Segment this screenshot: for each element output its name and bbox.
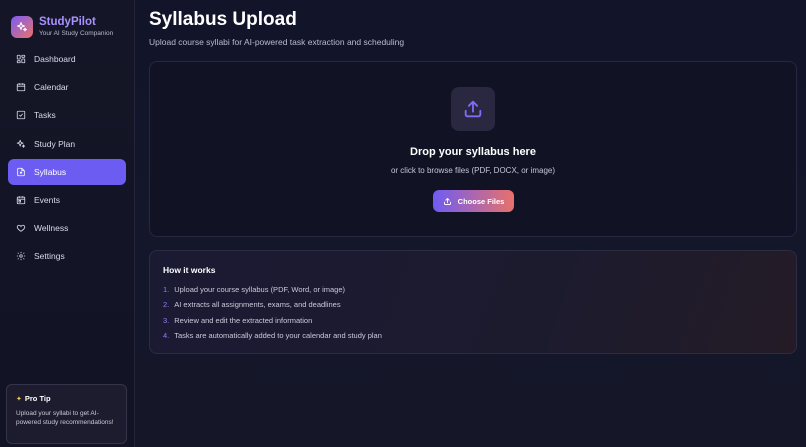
step-number: 3. bbox=[163, 315, 170, 325]
app-root: StudyPilot Your AI Study Companion Dashb… bbox=[0, 0, 806, 447]
sidebar-item-wellness[interactable]: Wellness bbox=[8, 215, 126, 241]
page-title: Syllabus Upload bbox=[149, 9, 297, 30]
gear-icon bbox=[16, 252, 26, 261]
checkbox-icon bbox=[16, 111, 26, 120]
page-subtitle: Upload course syllabi for AI-powered tas… bbox=[149, 37, 405, 47]
brand-name: StudyPilot bbox=[39, 16, 96, 28]
list-item: 1. Upload your course syllabus (PDF, Wor… bbox=[163, 285, 783, 300]
brand[interactable]: StudyPilot Your AI Study Companion bbox=[8, 0, 126, 44]
syllabus-dropzone[interactable]: Drop your syllabus here or click to brow… bbox=[149, 61, 797, 237]
step-text: AI extracts all assignments, exams, and … bbox=[174, 300, 341, 310]
sidebar-item-calendar[interactable]: Calendar bbox=[8, 74, 126, 100]
sidebar-item-syllabus[interactable]: Syllabus bbox=[8, 158, 126, 185]
heart-icon bbox=[16, 225, 26, 232]
sparkles-icon bbox=[16, 139, 26, 148]
choose-files-label: Choose Files bbox=[457, 196, 505, 206]
list-item: 4. Tasks are automatically added to your… bbox=[163, 331, 783, 346]
step-text: Tasks are automatically added to your ca… bbox=[174, 330, 382, 340]
list-item: 2. AI extracts all assignments, exams, a… bbox=[163, 300, 783, 315]
how-it-works-title: How it works bbox=[163, 265, 216, 275]
step-text: Review and edit the extracted informatio… bbox=[174, 315, 313, 325]
upload-icon bbox=[451, 87, 495, 131]
sidebar-item-label: Calendar bbox=[34, 82, 69, 93]
brand-tagline: Your AI Study Companion bbox=[39, 30, 114, 37]
sidebar-item-settings[interactable]: Settings bbox=[8, 243, 126, 269]
sidebar: StudyPilot Your AI Study Companion Dashb… bbox=[0, 0, 135, 447]
sidebar-item-label: Wellness bbox=[34, 223, 69, 234]
document-icon bbox=[17, 167, 25, 176]
calendar-icon bbox=[16, 83, 26, 92]
step-text: Upload your course syllabus (PDF, Word, … bbox=[174, 285, 346, 294]
pro-tip-title: Pro Tip bbox=[24, 394, 51, 403]
sidebar-item-label: Tasks bbox=[34, 110, 56, 121]
sidebar-item-label: Settings bbox=[34, 251, 65, 262]
sidebar-item-label: Syllabus bbox=[34, 166, 67, 177]
how-it-works-card: How it works 1. Upload your course sylla… bbox=[149, 250, 797, 354]
upload-small-icon bbox=[443, 197, 451, 205]
sidebar-item-dashboard[interactable]: Dashboard bbox=[8, 46, 126, 72]
step-number: 1. bbox=[163, 285, 170, 294]
dropzone-subtitle: or click to browse files (PDF, DOCX, or … bbox=[390, 166, 556, 175]
pro-tip-card: ✦ Pro Tip Upload your syllabi to get AI-… bbox=[6, 384, 127, 444]
how-it-works-steps: 1. Upload your course syllabus (PDF, Wor… bbox=[163, 285, 783, 346]
sparkles-logo-icon bbox=[11, 16, 33, 38]
sidebar-item-tasks[interactable]: Tasks bbox=[8, 102, 126, 128]
dashboard-icon bbox=[16, 54, 26, 64]
step-number: 2. bbox=[163, 300, 170, 310]
sidebar-item-label: Study Plan bbox=[34, 138, 76, 149]
list-item: 3. Review and edit the extracted informa… bbox=[163, 316, 783, 331]
pro-tip-text: Upload your syllabi to get AI-powered st… bbox=[16, 410, 114, 426]
main-content: Syllabus Upload Upload course syllabi fo… bbox=[135, 0, 806, 447]
choose-files-button[interactable]: Choose Files bbox=[433, 190, 514, 212]
sidebar-item-events[interactable]: Events bbox=[8, 187, 126, 213]
sidebar-item-label: Dashboard bbox=[34, 54, 76, 64]
sidebar-item-study-plan[interactable]: Study Plan bbox=[8, 131, 126, 157]
sidebar-nav: Dashboard Calendar Tasks Study Plan Syll… bbox=[8, 46, 126, 269]
step-number: 4. bbox=[163, 330, 170, 340]
lightbulb-icon: ✦ bbox=[16, 395, 22, 403]
calendar-event-icon bbox=[16, 196, 26, 205]
dropzone-title: Drop your syllabus here bbox=[410, 146, 536, 158]
sidebar-item-label: Events bbox=[34, 194, 60, 205]
